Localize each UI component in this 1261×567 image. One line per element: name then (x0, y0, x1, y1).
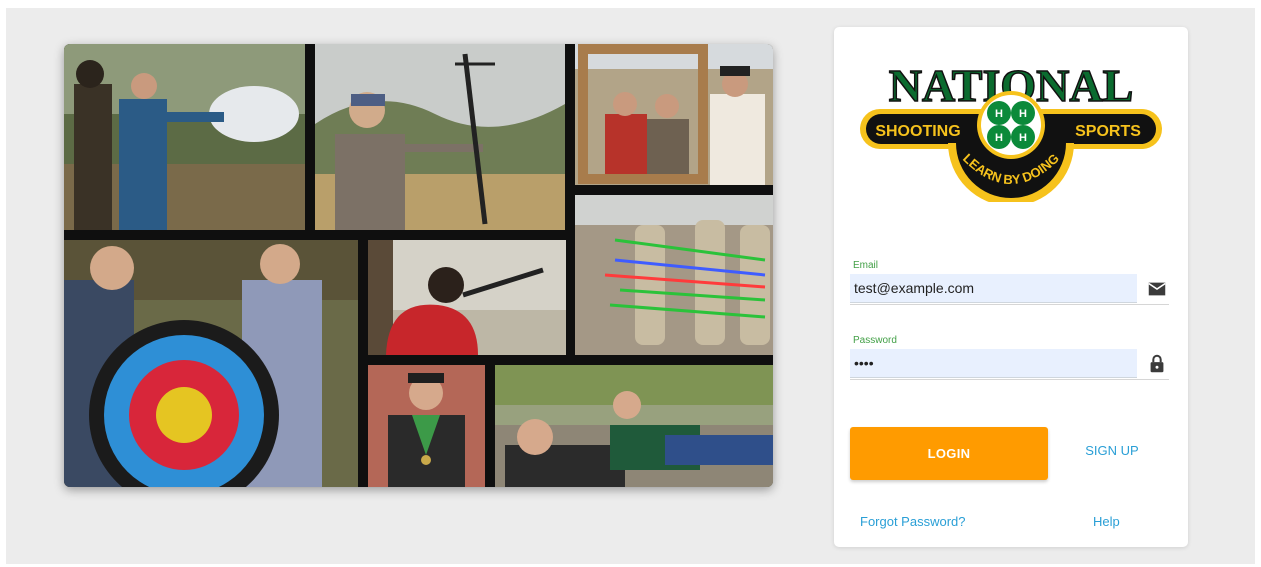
svg-text:H: H (1019, 108, 1027, 120)
help-link[interactable]: Help (1093, 514, 1120, 529)
email-underline (850, 304, 1169, 305)
photo-collage (64, 44, 773, 487)
logo-sports-text: SPORTS (1075, 123, 1141, 140)
photo-cowboys (575, 44, 773, 185)
svg-text:H: H (995, 132, 1003, 144)
email-label: Email (853, 260, 879, 271)
photo-kids-range (495, 365, 773, 487)
photo-rifle-shooter (368, 240, 566, 355)
photo-arrows-bales (575, 195, 773, 355)
email-input[interactable] (850, 274, 1137, 303)
forgot-password-link[interactable]: Forgot Password? (860, 514, 966, 529)
sign-up-link[interactable]: SIGN UP (1072, 443, 1152, 458)
lock-icon (1150, 354, 1164, 373)
photo-girl-medals (368, 365, 485, 487)
mail-icon (1148, 282, 1166, 296)
national-shooting-sports-logo: NATIONAL SHOOTING SPORTS H H H H LEARN B… (860, 59, 1162, 202)
svg-text:H: H (995, 108, 1003, 120)
password-input[interactable] (850, 349, 1137, 378)
svg-text:H: H (1019, 132, 1027, 144)
photo-pistol-shooting (64, 44, 305, 230)
login-card: NATIONAL SHOOTING SPORTS H H H H LEARN B… (834, 27, 1188, 547)
photo-bow-archer (315, 44, 565, 230)
logo-shooting-text: SHOOTING (875, 123, 960, 140)
login-button[interactable]: LOGIN (850, 427, 1048, 480)
photo-kids-target (64, 240, 358, 487)
password-label: Password (853, 335, 897, 346)
password-underline (850, 379, 1169, 380)
